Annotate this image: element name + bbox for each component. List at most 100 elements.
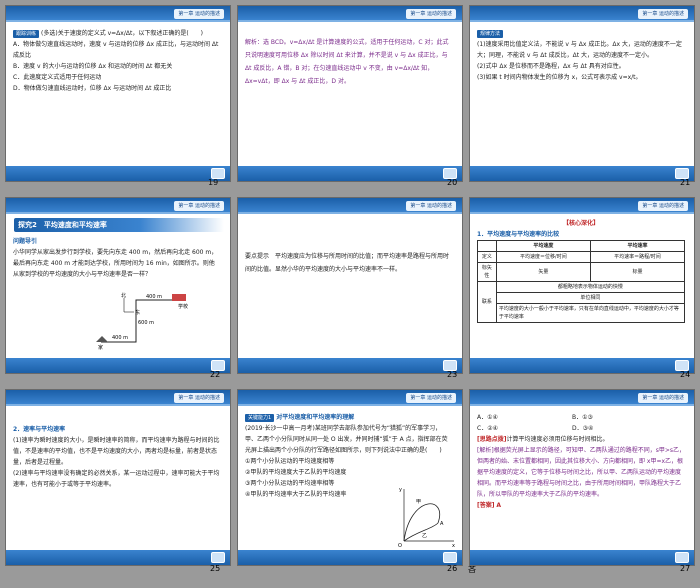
section-tag: 跟踪训练 xyxy=(13,30,40,38)
table-cell: 矢量 xyxy=(495,262,591,282)
analysis-tag: [解析] xyxy=(477,447,494,454)
answer-tag: [答案] xyxy=(477,502,495,509)
option-2: ②甲队的平均速度大于乙队的平均速度 xyxy=(245,469,347,476)
slide-header: 第一章 运动的描述 xyxy=(6,390,230,406)
path-yi-label: 乙 xyxy=(422,532,427,539)
analysis-text: 解析：选 BCD。v=Δx/Δt 是计算速度的公式，适用于任何运动，C 对；此式… xyxy=(245,39,449,85)
key-hint-text: 要点提示 平均速度应为位移与所用时间的比值；而平均速率是路程与所用时间的比值。显… xyxy=(245,253,450,273)
section-tag: 规律方法 xyxy=(477,30,504,38)
section-title: 对平均速度和平均速率的理解 xyxy=(276,414,355,421)
slide-body: 要点提示 平均速度应为位移与所用时间的比值；而平均速率是路程与所用时间的比值。显… xyxy=(245,250,453,276)
section-tag: 关键能力1 xyxy=(245,414,275,422)
question-text: (多选)关于速度的定义式 v=Δx/Δt，以下叙述正确的是( ) xyxy=(41,30,203,37)
origin-label: O xyxy=(398,543,402,547)
point-1: (1)速度采用比值定义法，不能说 v 与 Δx 成正比。Δx 大，运动的速度不一… xyxy=(477,41,682,59)
slide-26[interactable]: 第一章 运动的描述 关键能力1 对平均速度和平均速率的理解 (2019·长沙一中高… xyxy=(237,389,463,566)
table-row: 定义 平均速度＝位移/时间 平均速率＝路程/时间 xyxy=(477,251,686,263)
point-a-label: A xyxy=(440,521,444,527)
label-400-top: 400 m xyxy=(146,294,162,300)
table-title: 1．平均速度与平均速率的比较 xyxy=(477,231,560,238)
analysis-text: 根据荧光屏上显示的路径，可知甲、乙两队通过的路程不同，s甲>s乙，但两者的始、末… xyxy=(477,447,685,498)
slide-body: 【核心深化】 1．平均速度与平均速率的比较 平均速度 平均速率 定义 平均速度＝位移… xyxy=(477,218,686,323)
slide-number: 23 xyxy=(447,370,458,379)
slide-23[interactable]: 第一章 运动的描述 要点提示 平均速度应为位移与所用时间的比值；而平均速率是路程… xyxy=(237,197,463,374)
table-cell: 平均速度＝位移/时间 xyxy=(495,251,591,263)
comparison-table: 平均速度 平均速率 定义 平均速度＝位移/时间 平均速率＝路程/时间 标矢性 矢量 标量 … xyxy=(477,240,686,323)
header-label: 第一章 运动的描述 xyxy=(406,201,456,211)
slide-19[interactable]: 第一章 运动的描述 跟踪训练 (多选)关于速度的定义式 v=Δx/Δt，以下叙述正… xyxy=(5,5,231,182)
table-cell: 联系 xyxy=(477,281,497,323)
option-b: B．速度 v 的大小与运动的位移 Δx 和运动的时间 Δt 都无关 xyxy=(13,63,173,70)
slide-footer xyxy=(238,166,462,181)
slide-footer xyxy=(6,550,230,565)
point-2: (2)式中 Δx 是位移而不是路程，Δx 与 Δt 具有对应性。 xyxy=(477,63,625,70)
slide-20[interactable]: 第一章 运动的描述 解析：选 BCD。v=Δx/Δt 是计算速度的公式，适用于任… xyxy=(237,5,463,182)
table-row: 平均速度的大小一般小于平均速率，只有在单向直线运动中，平均速度的大小才等于平均速… xyxy=(478,303,686,323)
hint-text: 计算平均速度必须用位移与时间相比。 xyxy=(506,436,609,443)
slide-body: A．①④ B．①③ C．②④ D．③④ [思路点拨]计算平均速度必须用位移与时间相比… xyxy=(477,412,685,511)
label-school: 学校 xyxy=(178,303,188,310)
label-east: 东 xyxy=(135,309,140,316)
table-cell: 定义 xyxy=(477,251,497,263)
slide-footer xyxy=(470,358,694,373)
subsection-label: 问题导引 xyxy=(13,238,38,245)
table-cell: 单位相同 xyxy=(495,292,686,304)
choice-d: D．③④ xyxy=(572,425,594,432)
slide-header: 第一章 运动的描述 xyxy=(6,6,230,22)
slide-body: 问题导引 小华同学从家出发步行到学校，要先向东走 400 m，然后再向北走 60… xyxy=(13,236,221,280)
slide-footer xyxy=(470,166,694,181)
slide-number: 24 xyxy=(680,370,691,379)
header-label: 第一章 运动的描述 xyxy=(174,9,224,19)
slide-24[interactable]: 第一章 运动的描述 【核心深化】 1．平均速度与平均速率的比较 平均速度 平均速率… xyxy=(469,197,695,374)
slide-body: 解析：选 BCD。v=Δx/Δt 是计算速度的公式，适用于任何运动，C 对；此式… xyxy=(245,36,453,88)
header-label: 第一章 运动的描述 xyxy=(174,393,224,403)
slide-body: 2．速率与平均速率 (1)速率为瞬时速度的大小，是瞬时速率的简称，而平均速率为路… xyxy=(13,424,221,490)
slide-number: 27 xyxy=(680,564,691,573)
slide-25[interactable]: 第一章 运动的描述 2．速率与平均速率 (1)速率为瞬时速度的大小，是瞬时速率的… xyxy=(5,389,231,566)
slide-21[interactable]: 第一章 运动的描述 规律方法 (1)速度采用比值定义法，不能说 v 与 Δx 成… xyxy=(469,5,695,182)
table-cell: 标量 xyxy=(589,262,686,282)
subsection-title: 2．速率与平均速率 xyxy=(13,426,66,433)
slide-number: 21 xyxy=(680,178,691,187)
point-2: (2)速率与平均速率没有确定的必然关系，某一运动过程中，速率可能大于平均速率，也… xyxy=(13,470,220,488)
slide-number: 20 xyxy=(447,178,458,187)
option-a: A．物体做匀速直线运动时，速度 v 与运动的位移 Δx 成正比，与运动时间 Δt… xyxy=(13,41,219,59)
path-jia-label: 甲 xyxy=(416,499,421,505)
slide-22[interactable]: 第一章 运动的描述 探究2 平均速度和平均速率 问题导引 小华同学从家出发步行到… xyxy=(5,197,231,374)
choice-b: B．①③ xyxy=(572,414,593,421)
school-icon xyxy=(172,294,186,301)
slide-body: 跟踪训练 (多选)关于速度的定义式 v=Δx/Δt，以下叙述正确的是( ) A．物… xyxy=(13,28,221,94)
route-figure: 400 m 600 m 400 m 家 学校 北 东 xyxy=(96,292,188,350)
nav-button[interactable] xyxy=(675,552,689,563)
question-text: (2019·长沙一中高一月考)某班同学去部队参加代号为“猎狐”的军事学习，甲、乙… xyxy=(245,425,448,454)
slide-27[interactable]: 第一章 运动的描述 A．①④ B．①③ C．②④ D．③④ [思路点拨]计算平均速度… xyxy=(469,389,695,566)
table-header: 平均速率 xyxy=(589,240,686,252)
answer-text: A xyxy=(496,502,502,509)
axis-y-label: y xyxy=(399,487,402,493)
slide-header: 第一章 运动的描述 xyxy=(470,390,694,406)
slide-number: 22 xyxy=(210,370,221,379)
nav-button[interactable] xyxy=(211,552,225,563)
option-c: C．此速度定义式适用于任何运动 xyxy=(13,74,102,81)
table-row: 单位相同 xyxy=(478,292,686,304)
slide-footer xyxy=(470,550,694,565)
hint-tag: [思路点拨] xyxy=(477,436,507,443)
house-icon xyxy=(96,336,108,342)
question-text: 小华同学从家出发步行到学校，要先向东走 400 m，然后再向北走 600 m，最… xyxy=(13,249,218,278)
option-1: ①两个小分队运动的平均速度相等 xyxy=(245,458,335,465)
header-label: 第一章 运动的描述 xyxy=(406,9,456,19)
axis-x-label: x xyxy=(452,543,455,547)
label-400-bottom: 400 m xyxy=(112,335,128,341)
table-row: 联系 都粗略地表示物体运动的快慢 xyxy=(477,281,686,323)
table-header xyxy=(477,240,497,252)
header-label: 第一章 运动的描述 xyxy=(638,9,688,19)
nav-button[interactable] xyxy=(443,552,457,563)
header-label: 第一章 运动的描述 xyxy=(406,393,456,403)
choice-a: A．①④ xyxy=(477,414,498,421)
table-header: 平均速度 xyxy=(495,240,591,252)
header-label: 第一章 运动的描述 xyxy=(638,393,688,403)
table-cell: 都粗略地表示物体运动的快慢 xyxy=(495,281,686,293)
section-title-bar: 探究2 平均速度和平均速率 xyxy=(14,218,224,232)
slide-footer xyxy=(238,358,462,373)
header-label: 第一章 运动的描述 xyxy=(174,201,224,211)
